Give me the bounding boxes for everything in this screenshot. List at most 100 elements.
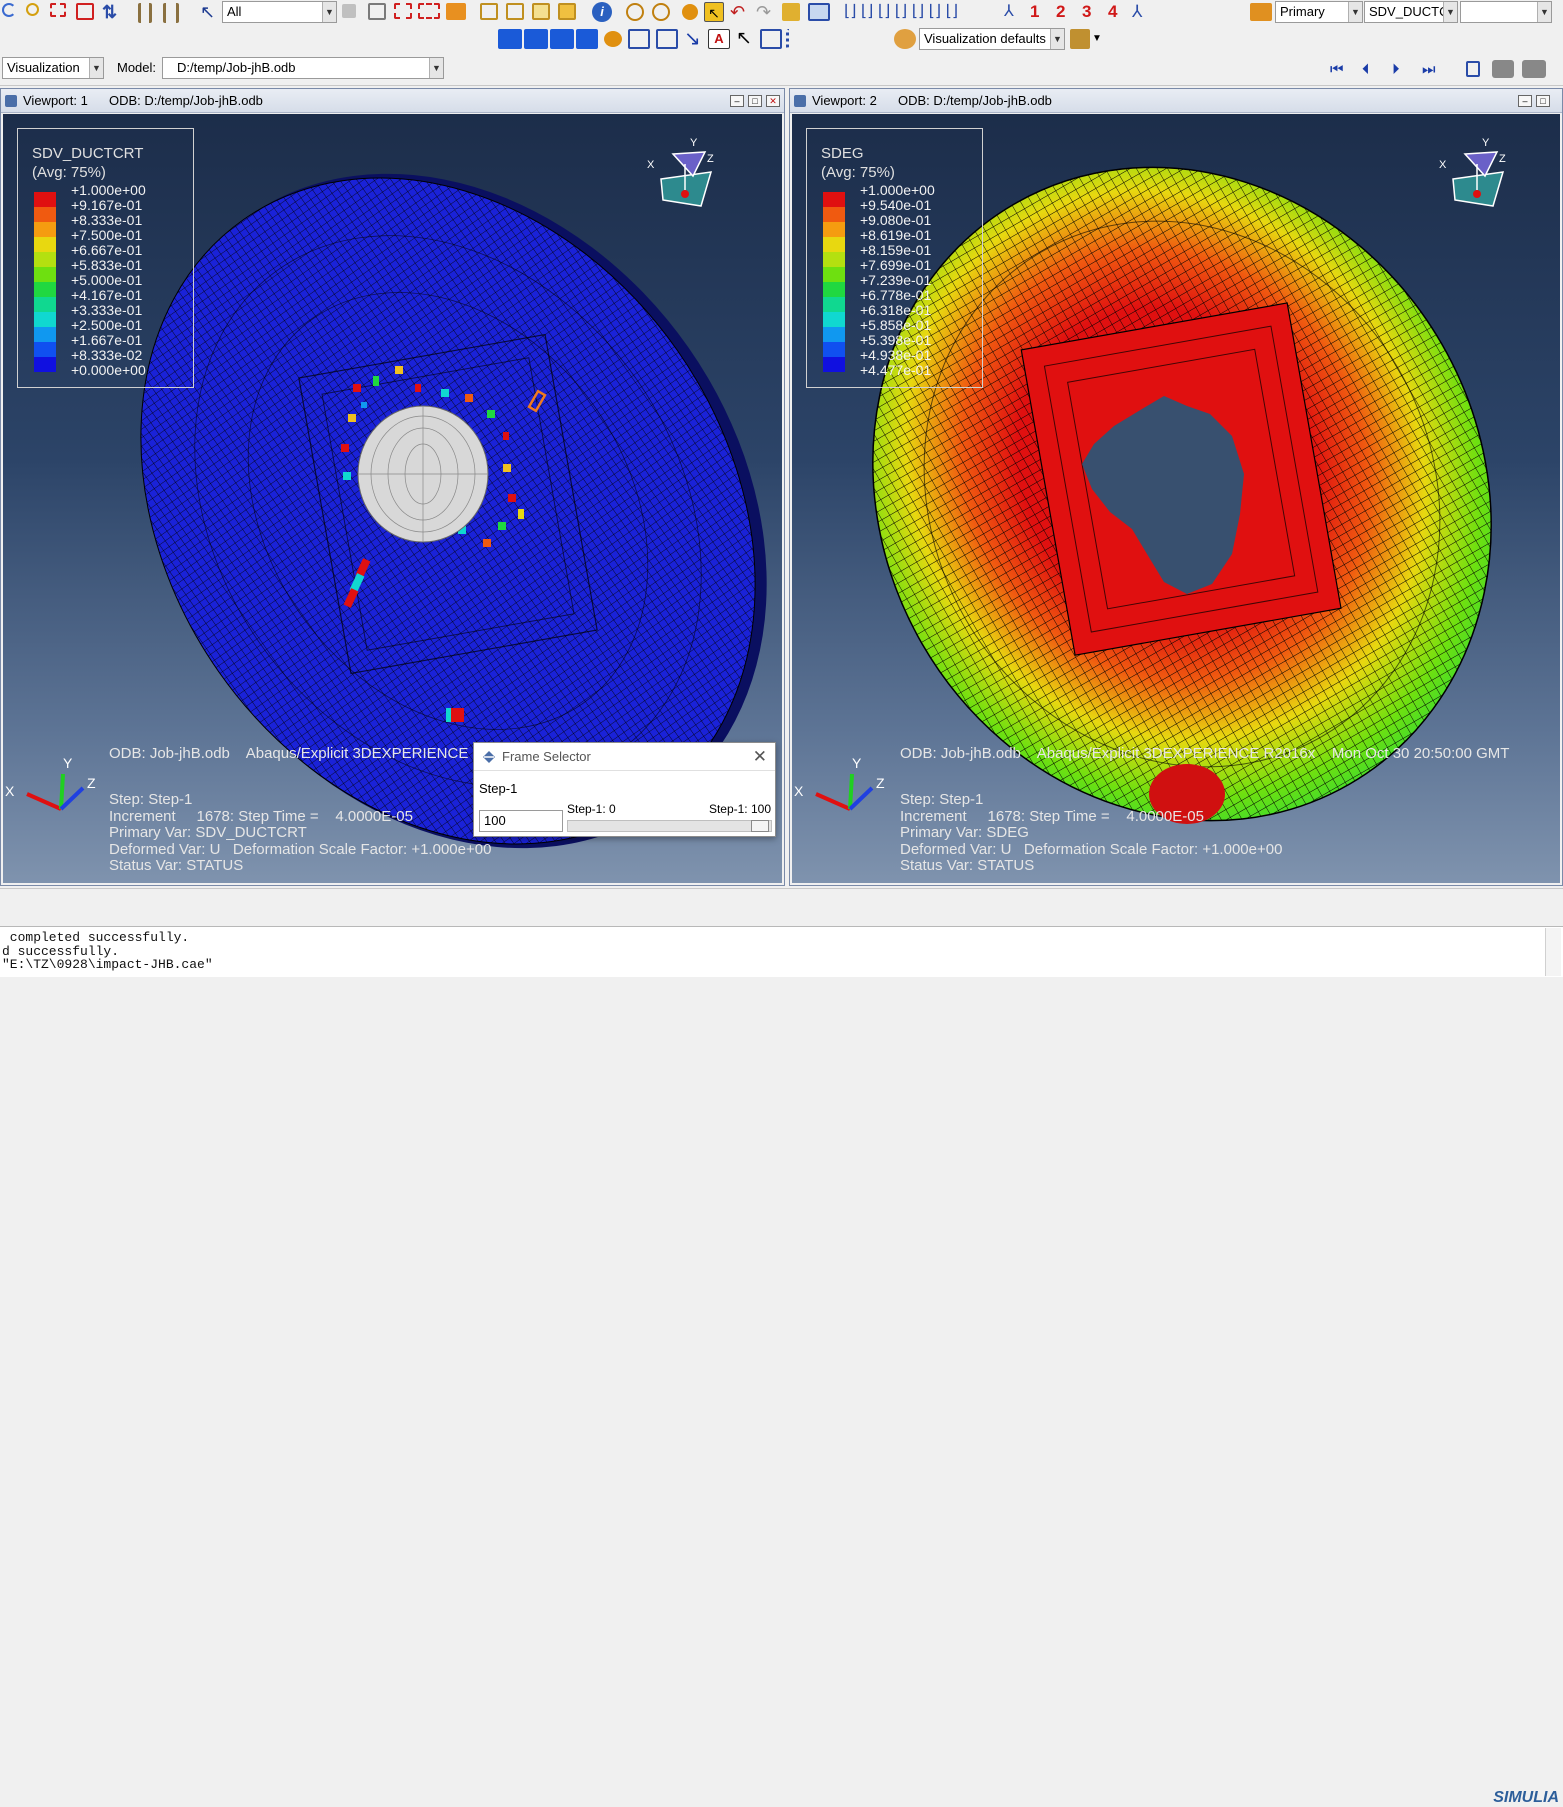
copy-icon[interactable] (342, 4, 356, 18)
module-value: Visualization (7, 60, 80, 75)
view-triad-icon[interactable]: ⅄ (1132, 2, 1152, 22)
box-select2-icon[interactable] (418, 3, 440, 19)
plot-undeformed-icon[interactable] (498, 29, 522, 49)
message-scrollbar[interactable] (1545, 928, 1561, 976)
slider-max-label: Step-1: 100 (708, 802, 771, 816)
view-4-button[interactable]: 4 (1108, 2, 1117, 22)
auto-fit-icon[interactable] (76, 3, 94, 20)
info-icon[interactable]: i (592, 2, 612, 22)
query-icon[interactable]: ↖ (704, 2, 724, 22)
palette-icon[interactable] (782, 3, 800, 21)
maximize-button[interactable]: □ (748, 95, 762, 107)
animation-options-icon[interactable] (1492, 60, 1514, 78)
message-line: "E:\TZ\0928\impact-JHB.cae" (2, 957, 213, 972)
view-3-button[interactable]: 3 (1082, 2, 1091, 22)
prompt-area: SIMULIA (0, 888, 1563, 1806)
view-2-button[interactable]: 2 (1056, 2, 1065, 22)
box-zoom-icon[interactable] (50, 3, 66, 17)
frame-slider[interactable] (567, 820, 772, 832)
svg-text:X: X (647, 159, 655, 171)
pointer-icon[interactable]: ↖ (736, 29, 756, 49)
field-variable-combo[interactable]: SDV_DUCTCR ▼ (1364, 1, 1458, 23)
arrow-tool-icon[interactable]: ↘ (684, 29, 704, 49)
viewport-icon (5, 95, 17, 107)
maximize-button[interactable]: □ (1536, 95, 1550, 107)
frame-selector-icon[interactable] (1466, 61, 1480, 77)
previous-frame-icon[interactable]: ⏴ (1362, 60, 1382, 80)
zoom-icon[interactable] (26, 3, 39, 16)
sphere-icon[interactable] (682, 4, 698, 20)
field-component-combo[interactable]: ▼ (1460, 1, 1552, 23)
render-icon[interactable] (626, 3, 644, 21)
frame-selector-titlebar: Frame Selector ✕ (474, 743, 775, 771)
last-frame-icon[interactable]: ⏭ (1422, 60, 1442, 80)
ladder-icon[interactable] (138, 3, 152, 23)
viewport-2-titlebar: Viewport: 2 ODB: D:/temp/Job-jhB.odb – □ (790, 89, 1562, 113)
camera-icon[interactable] (1522, 60, 1546, 78)
color-code-icon[interactable] (1070, 29, 1090, 49)
top-view-icon[interactable] (532, 3, 550, 20)
text-annotation-icon[interactable]: A (708, 29, 730, 49)
chevron-down-icon[interactable]: ▼ (1092, 29, 1112, 49)
select-cursor-icon[interactable]: ↖ (200, 2, 220, 22)
legend-options-icon[interactable] (760, 29, 782, 49)
chevron-down-icon: ▼ (1443, 2, 1457, 22)
model-combo[interactable]: D:/temp/Job-jhB.odb ▼ (162, 57, 444, 79)
viewport-1-titlebar: Viewport: 1 ODB: D:/temp/Job-jhB.odb – □… (1, 89, 784, 113)
query-values-icon[interactable] (656, 29, 678, 49)
viewport-icon[interactable] (808, 3, 830, 21)
svg-text:X: X (1439, 159, 1447, 171)
legend-swatch (823, 282, 845, 297)
view-axis-icons[interactable]: ⌊⌋ ⌊⌋ ⌊⌋ ⌊⌋ ⌊⌋ ⌊⌋ ⌊⌋ (844, 2, 984, 22)
animate-icon[interactable] (604, 31, 622, 47)
visualization-defaults-combo[interactable]: Visualization defaults ▼ (919, 28, 1065, 50)
legend-value: +0.000e+00 (71, 362, 146, 378)
list-options-icon[interactable] (786, 29, 808, 49)
selection-filter-combo[interactable]: All ▼ (222, 1, 337, 23)
legend-value: +4.167e-01 (71, 287, 143, 303)
cycle-views-icon[interactable]: ⇅ (102, 2, 122, 22)
legend-swatch (823, 297, 845, 312)
color-palette-icon[interactable] (894, 29, 916, 49)
legend-swatch (823, 327, 845, 342)
plot-deformed-icon[interactable] (524, 29, 548, 49)
ladder2-icon[interactable] (163, 3, 179, 23)
front-view-icon[interactable] (506, 3, 524, 20)
module-combo[interactable]: Visualization ▼ (2, 57, 104, 79)
common-options-icon[interactable] (628, 29, 650, 49)
rotate-icon[interactable] (2, 3, 16, 17)
legend-value: +6.667e-01 (71, 242, 143, 258)
svg-text:X: X (5, 783, 15, 799)
side-view-icon[interactable] (558, 3, 576, 20)
minimize-button[interactable]: – (730, 95, 744, 107)
first-frame-icon[interactable]: ⏮ (1330, 60, 1350, 80)
status-var-info-line: Status Var: STATUS (900, 857, 1035, 874)
close-button[interactable]: ✕ (766, 95, 780, 107)
field-output-icon[interactable] (1250, 3, 1272, 21)
undo-icon[interactable]: ↶ (730, 2, 750, 22)
odb-info-line: ODB: Job-jhB.odb Abaqus/Explicit 3DEXPER… (109, 745, 525, 762)
view-toolbar: ↘ A ↖ Visualization defaults ▼ ▼ (0, 26, 1563, 54)
output-category-combo[interactable]: Primary ▼ (1275, 1, 1363, 23)
viewport-2-canvas[interactable]: SDEG (Avg: 75%) +1.000e+00 +9.540e-01 +9.0… (792, 114, 1560, 883)
axis-triad-icon: Y Z X (5, 755, 96, 811)
redo-icon[interactable]: ↷ (756, 2, 776, 22)
message-area: completed successfully. d successfully. "E… (0, 926, 1563, 977)
plot-symbols-icon[interactable] (576, 29, 598, 49)
frame-number-input[interactable]: 100 (479, 810, 563, 832)
iso-view-icon[interactable] (480, 3, 498, 20)
view-1-button[interactable]: 1 (1030, 2, 1039, 22)
select-region-icon[interactable] (368, 3, 386, 20)
box-select-icon[interactable] (394, 3, 412, 19)
viewport-2[interactable]: Viewport: 2 ODB: D:/temp/Job-jhB.odb – □ (789, 88, 1563, 886)
minimize-button[interactable]: – (1518, 95, 1532, 107)
next-frame-icon[interactable]: ⏵ (1392, 60, 1412, 80)
frame-slider-thumb[interactable] (751, 820, 769, 832)
render2-icon[interactable] (652, 3, 670, 21)
plot-contours-icon[interactable] (550, 29, 574, 49)
solid-box-icon[interactable] (446, 3, 466, 20)
viewport-1-title: Viewport: 1 (23, 93, 88, 108)
triad-view-icon[interactable]: ⅄ (1004, 2, 1024, 22)
legend-value: +7.500e-01 (71, 227, 143, 243)
close-icon[interactable]: ✕ (753, 747, 767, 767)
